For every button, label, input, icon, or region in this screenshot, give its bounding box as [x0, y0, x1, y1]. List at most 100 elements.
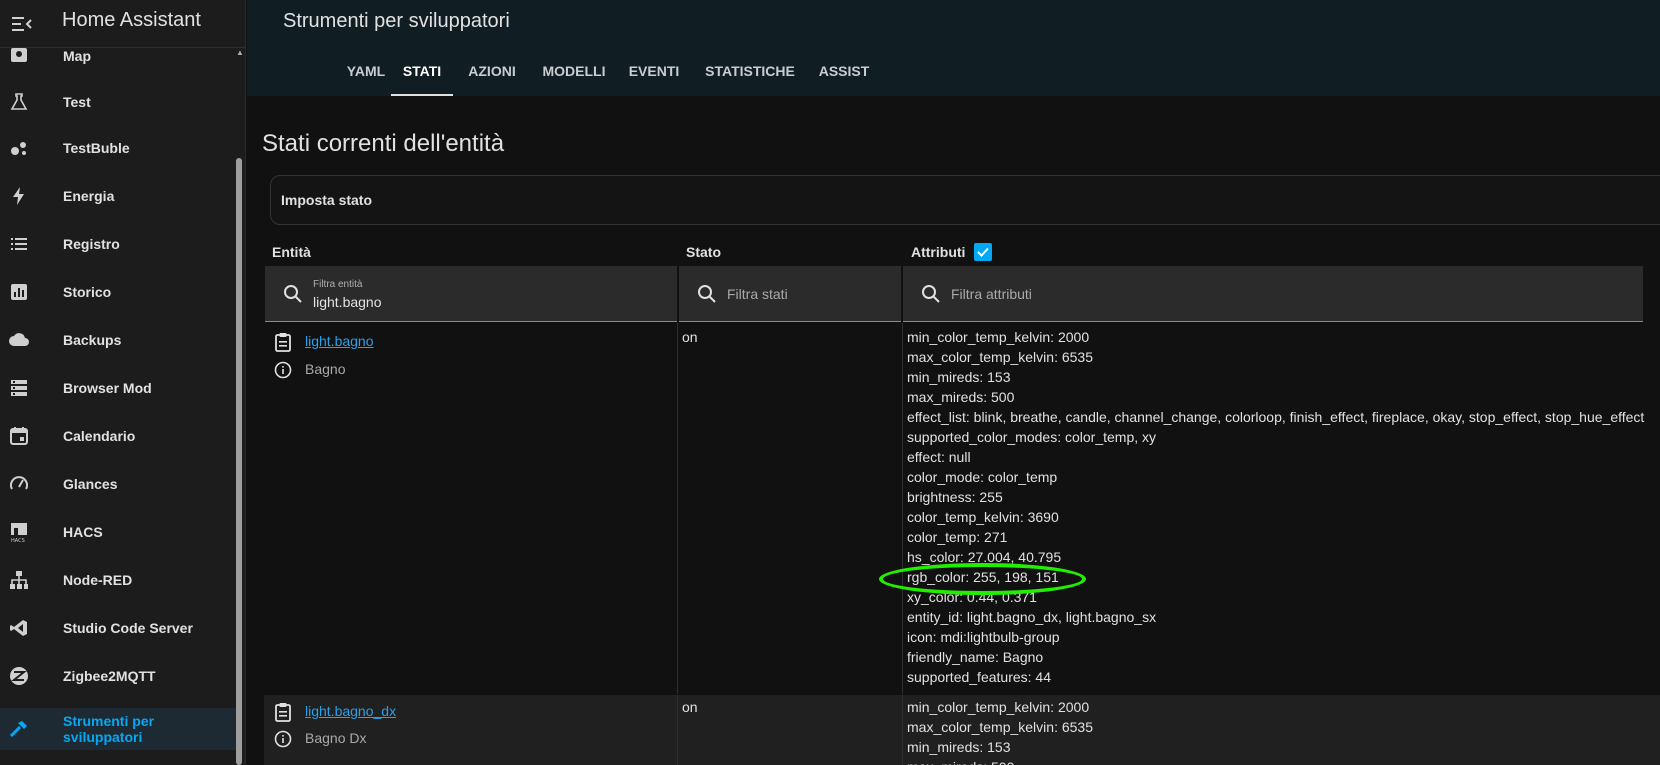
attribute-line: min_mireds: 153 — [907, 739, 1011, 755]
lightning-icon — [8, 185, 30, 207]
tab-eventi[interactable]: EVENTI — [617, 55, 691, 96]
sidebar-item-label: Calendario — [63, 428, 136, 444]
attribute-line: max_color_temp_kelvin: 6535 — [907, 719, 1093, 735]
sidebar: Home Assistant ▲ Map Test TestBuble Ener… — [0, 0, 246, 765]
top-app-bar: Strumenti per sviluppatori YAML STATI AZ… — [247, 0, 1660, 96]
entity-state: on — [682, 329, 698, 345]
sidebar-item-label: Studio Code Server — [63, 620, 193, 636]
scroll-up-icon[interactable]: ▲ — [236, 48, 244, 57]
entity-state: on — [682, 699, 698, 715]
cell-divider — [902, 695, 903, 765]
entity-link[interactable]: light.bagno — [305, 333, 374, 349]
set-state-label: Imposta stato — [281, 192, 373, 208]
sidebar-item-registro[interactable]: Registro — [0, 224, 236, 264]
state-filter-placeholder: Filtra stati — [727, 286, 788, 302]
state-filter-input[interactable]: Filtra stati — [679, 266, 901, 322]
sidebar-item-label: Backups — [63, 332, 122, 348]
info-icon[interactable] — [274, 361, 292, 379]
sidebar-item-label: HACS — [63, 524, 103, 540]
sidebar-item-energia[interactable]: Energia — [0, 176, 236, 216]
check-icon — [977, 247, 989, 257]
column-header-state: Stato — [686, 244, 721, 260]
list-icon — [8, 233, 30, 255]
attribute-line: max_mireds: 500 — [907, 757, 1014, 765]
attribute-line: min_color_temp_kelvin: 2000 — [907, 329, 1090, 345]
attribute-line: supported_color_modes: color_temp, xy — [907, 429, 1157, 445]
sidebar-item-label: Glances — [63, 476, 118, 492]
vscode-icon — [8, 617, 30, 639]
sidebar-item-zigbee2mqtt[interactable]: Zigbee2MQTT — [0, 656, 236, 696]
attribute-line: min_color_temp_kelvin: 2000 — [907, 699, 1090, 715]
page-title: Strumenti per sviluppatori — [283, 10, 510, 32]
tab-stati[interactable]: STATI — [391, 55, 453, 96]
sidebar-item-label: Map — [63, 48, 91, 64]
svg-text:HACS: HACS — [11, 538, 25, 543]
sidebar-item-storico[interactable]: Storico — [0, 272, 236, 312]
copy-clipboard-icon[interactable] — [274, 702, 292, 722]
sitemap-icon — [8, 569, 30, 591]
bubbles-icon — [8, 137, 30, 159]
sidebar-item-label: TestBuble — [63, 140, 130, 156]
attribute-line: icon: mdi:lightbulb-group — [907, 629, 1060, 645]
server-icon — [8, 377, 30, 399]
sidebar-item-testbuble[interactable]: TestBuble — [0, 128, 236, 168]
tab-statistiche[interactable]: STATISTICHE — [693, 55, 807, 96]
hammer-icon — [8, 718, 30, 740]
attributes-checkbox[interactable] — [974, 243, 992, 261]
entity-filter-value: light.bagno — [313, 294, 382, 310]
entity-friendly-name: Bagno — [305, 361, 346, 377]
attribute-line: color_mode: color_temp — [907, 469, 1058, 485]
tab-modelli[interactable]: MODELLI — [533, 55, 615, 96]
attributes-filter-input[interactable]: Filtra attributi — [903, 266, 1643, 322]
sidebar-item-label: Energia — [63, 188, 115, 204]
attribute-line: max_color_temp_kelvin: 6535 — [907, 349, 1093, 365]
attribute-line: color_temp_kelvin: 3690 — [907, 509, 1059, 525]
section-heading: Stati correnti dell'entità — [262, 130, 505, 157]
entity-friendly-name: Bagno Dx — [305, 730, 367, 746]
sidebar-item-label: Node-RED — [63, 572, 133, 588]
calendar-icon — [8, 425, 30, 447]
attributes-filter-placeholder: Filtra attributi — [951, 286, 1032, 302]
entity-filter-label: Filtra entità — [313, 279, 363, 290]
zigbee-icon — [8, 665, 30, 687]
sidebar-item-studio-code-server[interactable]: Studio Code Server — [0, 608, 236, 648]
copy-clipboard-icon[interactable] — [274, 332, 292, 352]
sidebar-item-label: Browser Mod — [63, 380, 152, 396]
map-marker-icon — [8, 45, 30, 67]
search-icon — [698, 285, 716, 303]
sidebar-scrollbar[interactable] — [236, 158, 242, 765]
cell-divider — [677, 323, 678, 694]
info-icon[interactable] — [274, 730, 292, 748]
attribute-line: supported_features: 44 — [907, 669, 1051, 685]
attribute-line: max_mireds: 500 — [907, 389, 1015, 405]
sidebar-item-browser-mod[interactable]: Browser Mod — [0, 368, 236, 408]
sidebar-item-backups[interactable]: Backups — [0, 320, 236, 360]
entity-filter-input[interactable]: Filtra entità light.bagno — [265, 266, 677, 322]
flask-icon — [8, 91, 30, 113]
cell-divider — [902, 323, 903, 694]
sidebar-item-glances[interactable]: Glances — [0, 464, 236, 504]
sidebar-item-test[interactable]: Test — [0, 82, 236, 122]
sidebar-item-developer-tools[interactable]: Strumenti per sviluppatori — [0, 708, 236, 750]
sidebar-item-label: Test — [63, 94, 91, 110]
sidebar-item-label: Zigbee2MQTT — [63, 668, 156, 684]
sidebar-item-label: Strumenti per sviluppatori — [63, 713, 155, 745]
tab-assist[interactable]: ASSIST — [807, 55, 881, 96]
sidebar-item-label: Storico — [63, 284, 112, 300]
gauge-icon — [8, 473, 30, 495]
attribute-line: min_mireds: 153 — [907, 369, 1011, 385]
search-icon — [922, 285, 940, 303]
highlight-ellipse — [879, 563, 1086, 595]
sidebar-item-node-red[interactable]: Node-RED — [0, 560, 236, 600]
column-header-entity: Entità — [272, 244, 311, 260]
tab-azioni[interactable]: AZIONI — [455, 55, 529, 96]
set-state-panel[interactable]: Imposta stato — [270, 175, 1660, 225]
attribute-line: entity_id: light.bagno_dx, light.bagno_s… — [907, 609, 1157, 625]
sidebar-item-calendario[interactable]: Calendario — [0, 416, 236, 456]
entity-link[interactable]: light.bagno_dx — [305, 703, 396, 719]
sidebar-item-hacs[interactable]: HACS HACS — [0, 512, 236, 552]
attribute-line: friendly_name: Bagno — [907, 649, 1044, 665]
sidebar-item-map[interactable]: Map — [0, 36, 236, 76]
sidebar-item-label: Registro — [63, 236, 120, 252]
column-header-attributes: Attributi — [911, 244, 966, 260]
